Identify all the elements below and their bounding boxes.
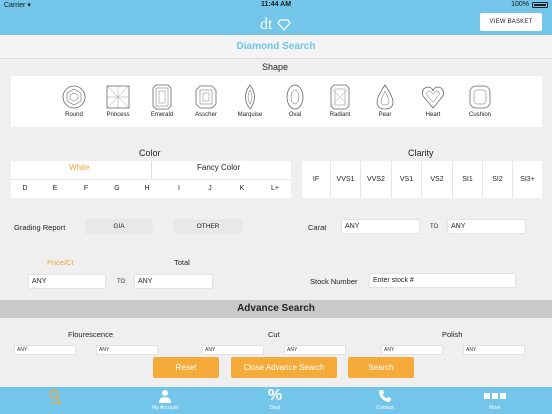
clarity-si3-plus[interactable]: SI3+ (513, 161, 542, 198)
carat-to-label: TO (430, 224, 439, 230)
clarity-vs1[interactable]: VS1 (392, 161, 422, 198)
carat-label: Carat (308, 223, 327, 232)
clarity-si2[interactable]: SI2 (483, 161, 513, 198)
price-per-ct-tab[interactable]: Price/Ct (47, 258, 74, 267)
clarity-selector: IF VVS1 VVS2 VS1 VS2 SI1 SI2 SI3+ (302, 161, 542, 198)
more-icon (484, 393, 506, 399)
polish-from-select[interactable]: ANY (381, 345, 443, 355)
color-grade-g[interactable]: G (107, 185, 127, 192)
stock-number-input[interactable]: Enter stock # (369, 273, 516, 288)
close-advance-search-button[interactable]: Close Advance Search (231, 357, 337, 378)
price-total-tab[interactable]: Total (174, 258, 190, 267)
color-tab-divider (151, 161, 152, 179)
price-to-input[interactable]: ANY (134, 274, 213, 289)
polish-to-select[interactable]: ANY (463, 345, 525, 355)
page-title: Diamond Search (0, 35, 552, 59)
grading-report-label: Grading Report (14, 223, 66, 232)
color-grade-d[interactable]: D (15, 185, 35, 192)
percent-icon: % (267, 387, 283, 404)
status-bar: Carrier ▾ 11:44 AM 100% (0, 0, 552, 11)
polish-label: Polish (442, 330, 463, 339)
shape-section-title: Shape (262, 62, 289, 72)
tab-fancy-color[interactable]: Fancy Color (197, 163, 240, 172)
clarity-section-title: Clarity (408, 148, 434, 158)
color-grade-k[interactable]: K (232, 185, 252, 192)
reset-button[interactable]: Reset (153, 357, 219, 378)
tab-contact[interactable]: Contact (330, 387, 440, 414)
shape-pear[interactable]: Pear (359, 76, 411, 127)
fluorescence-label: Flourescence (68, 330, 114, 339)
advance-search-header: Advance Search (0, 300, 552, 318)
color-grade-e[interactable]: E (45, 185, 65, 192)
tab-more[interactable]: More (440, 387, 550, 414)
shape-heart[interactable]: Heart (407, 76, 459, 127)
cut-label: Cut (268, 330, 280, 339)
color-divider-line (11, 179, 291, 180)
clarity-vvs2[interactable]: VVS2 (361, 161, 392, 198)
color-selector: White Fancy Color D E F G H I J K L+ (11, 161, 291, 198)
oval-diamond-icon (286, 84, 304, 110)
stock-number-label: Stock Number (310, 277, 358, 286)
princess-diamond-icon (106, 85, 130, 109)
clarity-vvs1[interactable]: VVS1 (331, 161, 361, 198)
tab-white[interactable]: White (69, 163, 89, 172)
color-grade-f[interactable]: F (76, 185, 96, 192)
round-diamond-icon (62, 85, 86, 109)
bottom-tab-bar: My Account % Deal Contact More (0, 387, 552, 414)
fluorescence-to-select[interactable]: ANY (96, 345, 158, 355)
view-basket-button[interactable]: VIEW BASKET (480, 13, 542, 31)
nav-bar: dt VIEW BASKET (0, 11, 552, 35)
marquise-diamond-icon (245, 84, 255, 110)
tab-deal[interactable]: % Deal (220, 387, 330, 414)
cut-to-select[interactable]: ANY (284, 345, 346, 355)
battery-icon (532, 1, 548, 8)
shape-selector: Round Princess Emerald Asscher Marquise … (11, 76, 542, 127)
carat-from-input[interactable]: ANY (341, 219, 420, 234)
grading-other-button[interactable]: OTHER (174, 219, 242, 234)
shape-cushion[interactable]: Cushion (454, 76, 506, 127)
carat-to-input[interactable]: ANY (447, 219, 526, 234)
emerald-diamond-icon (152, 84, 172, 110)
color-grade-i[interactable]: I (169, 185, 189, 192)
price-from-input[interactable]: ANY (28, 274, 106, 289)
color-grade-j[interactable]: J (200, 185, 220, 192)
search-button[interactable]: Search (348, 357, 414, 378)
asscher-diamond-icon (195, 85, 217, 109)
brand-logo: dt (260, 16, 291, 33)
svg-text:dt: dt (260, 16, 273, 33)
tab-diamond-search[interactable] (0, 387, 110, 414)
pear-diamond-icon (376, 84, 394, 110)
radiant-diamond-icon (330, 84, 350, 110)
clock: 11:44 AM (260, 1, 292, 8)
phone-icon (379, 390, 391, 402)
diamond-search-icon (49, 389, 61, 404)
cut-from-select[interactable]: ANY (202, 345, 264, 355)
clarity-vs2[interactable]: VS2 (422, 161, 453, 198)
clarity-si1[interactable]: SI1 (453, 161, 483, 198)
fluorescence-from-select[interactable]: ANY (14, 345, 76, 355)
clarity-if[interactable]: IF (302, 161, 331, 198)
price-to-label: TO (117, 279, 126, 285)
cushion-diamond-icon (469, 85, 491, 109)
heart-diamond-icon (422, 86, 444, 109)
color-grade-h[interactable]: H (137, 185, 157, 192)
grading-gia-button[interactable]: GIA (85, 219, 153, 234)
battery-status: 100% (511, 1, 548, 8)
tab-my-account[interactable]: My Account (110, 387, 220, 414)
color-grade-l-plus[interactable]: L+ (265, 185, 285, 192)
color-section-title: Color (139, 148, 161, 158)
account-icon (159, 390, 171, 403)
